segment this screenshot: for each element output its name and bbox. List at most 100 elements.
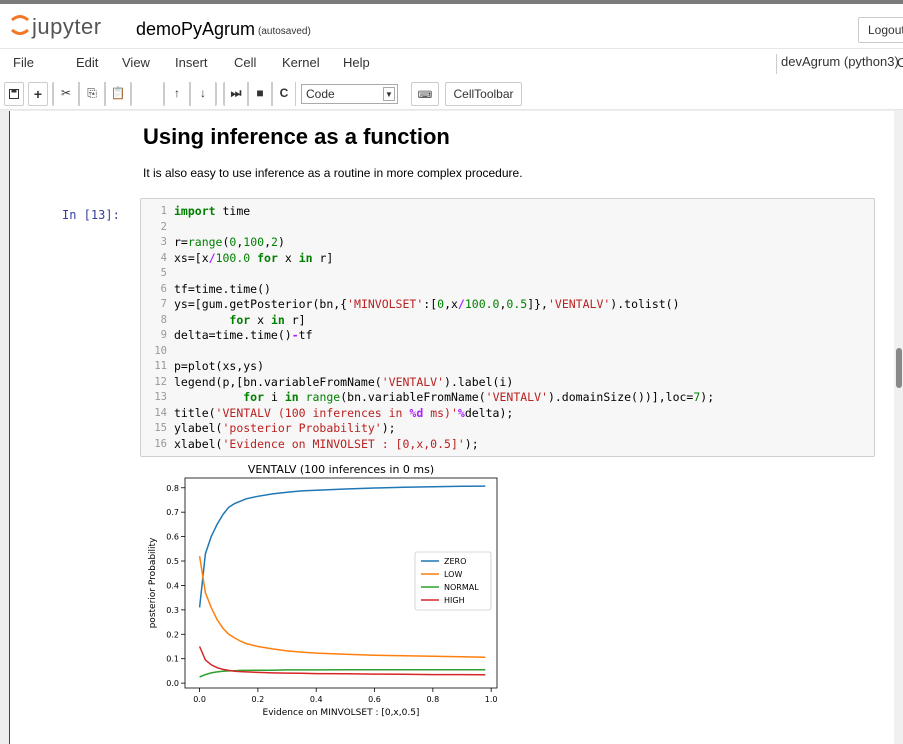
line-number: 4	[160, 251, 167, 264]
step-forward-icon: ⏭	[230, 86, 242, 100]
x-tick-label: 0.8	[426, 695, 439, 704]
line-number: 15	[154, 422, 167, 434]
edit-button-group: ✂ ⎘ 📋	[52, 82, 132, 106]
menu-edit[interactable]: Edit	[76, 55, 98, 70]
line-number: 14	[154, 406, 167, 419]
code-line: ylabel('posterior Probability');	[174, 421, 396, 435]
insert-cell-button[interactable]: +	[28, 82, 48, 106]
notebook-toolbar: + ✂ ⎘ 📋 ↑ ↓ ⏭ ■ C Code ▼ ⌨ CellToolbar	[0, 78, 903, 110]
cell-type-value: Code	[306, 87, 335, 101]
y-tick-label: 0.3	[166, 606, 179, 615]
notebook-title[interactable]: demoPyAgrum	[136, 19, 255, 40]
code-line: import time	[174, 204, 251, 218]
paste-button[interactable]: 📋	[105, 82, 131, 106]
kernel-name: devAgrum (python3)	[776, 54, 899, 74]
copy-button[interactable]: ⎘	[79, 82, 105, 106]
save-button[interactable]	[4, 82, 24, 106]
code-line: xlabel('Evidence on MINVOLSET : [0,x,0.5…	[174, 436, 479, 451]
line-number: 10	[154, 344, 167, 357]
code-line: for x in r]	[229, 312, 306, 327]
kernel-status-indicator: O	[897, 55, 903, 70]
code-line: for i in range(bn.variableFromName('VENT…	[243, 390, 715, 404]
y-tick-label: 0.0	[166, 679, 179, 688]
move-up-button[interactable]: ↑	[164, 82, 190, 106]
move-button-group: ↑ ↓	[163, 82, 217, 106]
command-palette-button[interactable]: ⌨	[411, 82, 439, 106]
line-number: 16	[154, 437, 167, 450]
code-line: ys=[gum.getPosterior(bn,{'MINVOLSET':[0,…	[174, 297, 680, 311]
x-axis-label: Evidence on MINVOLSET : [0,x,0.5]	[263, 708, 420, 718]
code-line: r=range(0,100,2)	[174, 235, 285, 249]
code-cell-editor[interactable]: 1 import time 2 3 r=range(0,100,2) 4 xs=[x/100…	[140, 198, 875, 457]
code-line: title('VENTALV (100 inferences in %d ms)…	[174, 405, 514, 420]
line-number: 12	[154, 375, 167, 388]
autosave-status: (autosaved)	[258, 26, 311, 37]
menu-insert[interactable]: Insert	[175, 55, 208, 70]
restart-button[interactable]: C	[272, 82, 296, 106]
paste-icon: 📋	[110, 86, 126, 100]
interrupt-button[interactable]: ■	[248, 82, 272, 106]
legend-label: ZERO	[444, 557, 466, 566]
markdown-paragraph: It is also easy to use inference as a ro…	[143, 166, 523, 180]
jupyter-logo-icon	[11, 15, 29, 35]
move-down-button[interactable]: ↓	[190, 82, 216, 106]
stop-icon: ■	[256, 86, 264, 100]
y-tick-label: 0.4	[166, 581, 179, 590]
line-number: 6	[160, 282, 167, 295]
code-line: tf=time.time()	[174, 281, 271, 296]
scrollbar-thumb[interactable]	[896, 348, 902, 388]
menu-view[interactable]: View	[122, 55, 150, 70]
code-line: p=plot(xs,ys)	[174, 359, 265, 373]
line-number: 8	[160, 313, 167, 326]
line-number: 7	[160, 298, 167, 310]
logout-button[interactable]: Logout	[858, 17, 903, 43]
line-number: 2	[160, 220, 167, 233]
arrow-up-icon: ↑	[174, 86, 180, 100]
code-line: xs=[x/100.0 for x in r]	[174, 250, 334, 265]
legend-label: LOW	[444, 570, 462, 579]
menu-bar: File Edit View Insert Cell Kernel Help d…	[0, 48, 903, 78]
line-number: 1	[160, 205, 167, 217]
cell-prompt: In [13]:	[62, 208, 120, 222]
run-button[interactable]: ⏭	[224, 82, 248, 106]
markdown-heading: Using inference as a function	[143, 124, 450, 149]
celltoolbar-button[interactable]: CellToolbar	[445, 82, 522, 106]
x-tick-label: 0.4	[310, 695, 323, 704]
y-tick-label: 0.2	[166, 630, 179, 639]
refresh-icon: C	[279, 86, 289, 100]
y-tick-label: 0.8	[166, 484, 179, 493]
y-tick-label: 0.7	[166, 508, 179, 517]
vertical-scrollbar[interactable]	[894, 111, 903, 744]
arrow-down-icon: ↓	[200, 86, 206, 100]
y-tick-label: 0.6	[166, 533, 179, 542]
cell-type-select[interactable]: Code ▼	[301, 84, 398, 104]
plus-icon: +	[33, 86, 43, 102]
x-tick-label: 0.2	[252, 695, 265, 704]
line-number: 5	[160, 267, 167, 279]
notebook-header: jupyter demoPyAgrum (autosaved) Logout	[0, 0, 903, 48]
y-tick-label: 0.5	[166, 557, 179, 566]
line-number: 11	[154, 360, 167, 372]
jupyter-logo-text: jupyter	[32, 14, 102, 39]
code-line: delta=time.time()-tf	[174, 328, 313, 342]
keyboard-icon: ⌨	[417, 90, 433, 101]
y-axis-label: posterior Probability	[148, 537, 158, 628]
output-line-chart: VENTALV (100 inferences in 0 ms) 0.0 0.2 0.…	[148, 463, 498, 718]
legend-label: NORMAL	[444, 583, 479, 592]
code-line: legend(p,[bn.variableFromName('VENTALV')…	[174, 374, 514, 389]
legend-label: HIGH	[444, 596, 465, 605]
x-tick-label: 0.0	[193, 695, 206, 704]
x-tick-label: 0.6	[368, 695, 381, 704]
line-number: 3	[160, 236, 167, 248]
cut-button[interactable]: ✂	[53, 82, 79, 106]
menu-cell[interactable]: Cell	[234, 55, 256, 70]
menu-help[interactable]: Help	[343, 55, 370, 70]
save-icon	[9, 89, 19, 99]
chart-title: VENTALV (100 inferences in 0 ms)	[248, 463, 434, 476]
run-button-group: ⏭ ■ C	[223, 82, 296, 106]
menu-kernel[interactable]: Kernel	[282, 55, 320, 70]
line-number: 13	[154, 391, 167, 403]
y-tick-label: 0.1	[166, 655, 179, 664]
chevron-down-icon: ▼	[383, 87, 395, 101]
menu-file[interactable]: File	[13, 55, 34, 70]
